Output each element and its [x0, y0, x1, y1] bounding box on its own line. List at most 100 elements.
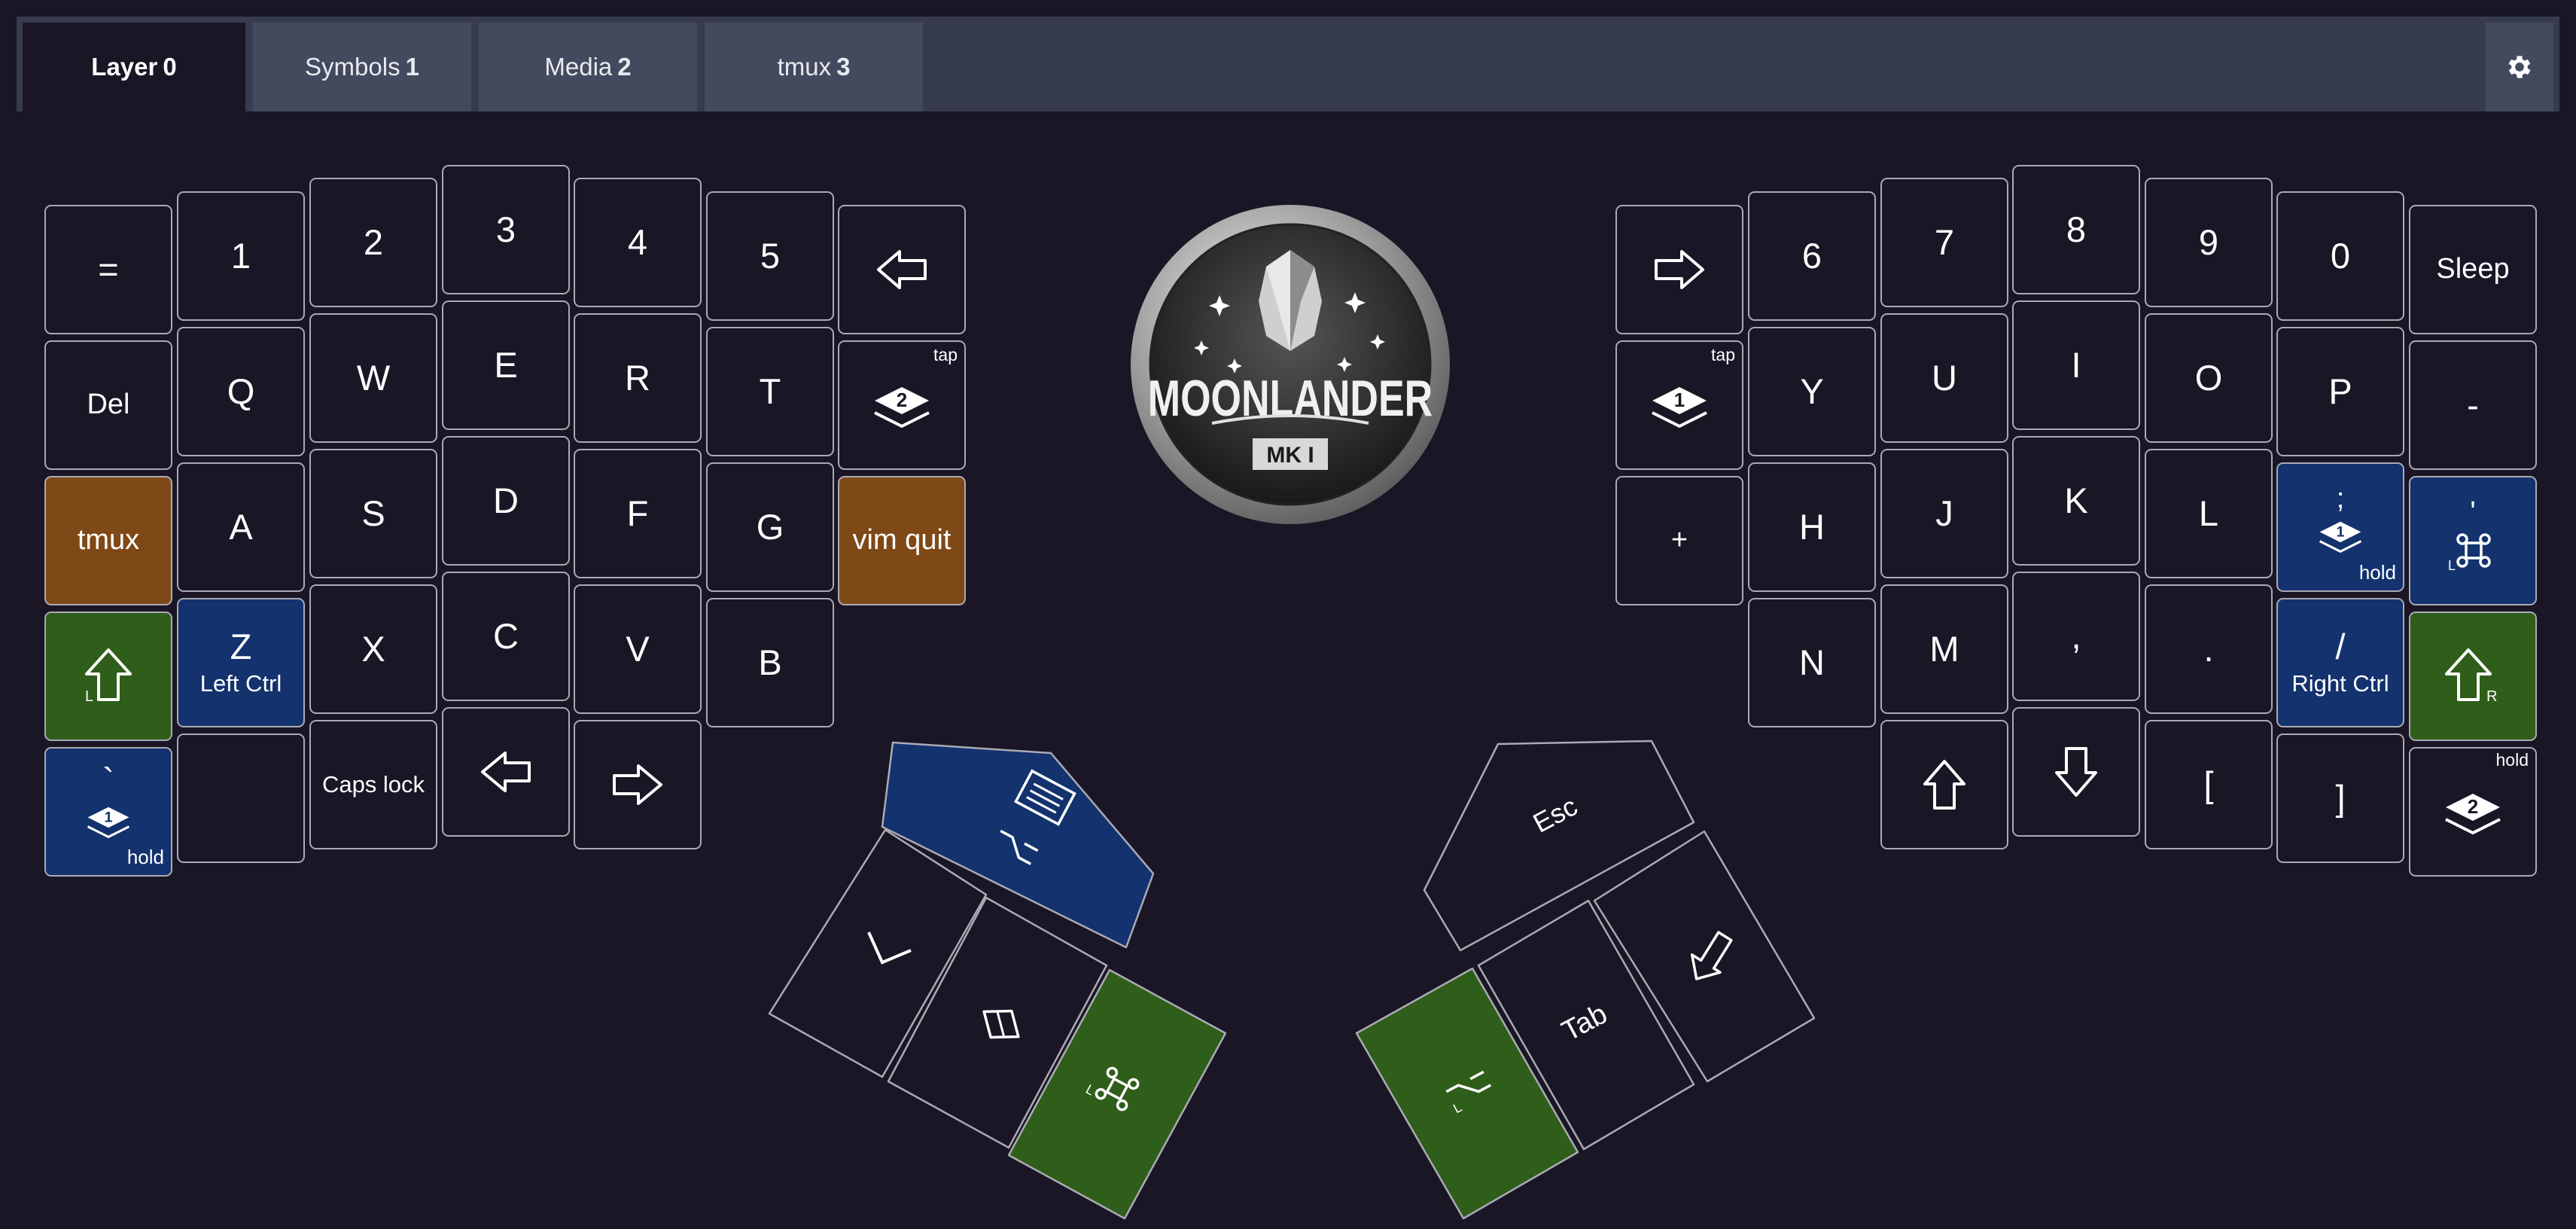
key-s[interactable]: S	[309, 449, 437, 578]
key-semicolon-layer-1-hold[interactable]: ; 1 hold	[2276, 462, 2404, 592]
key-label: /	[2335, 627, 2346, 667]
key-vim-quit[interactable]: vim quit	[838, 476, 966, 605]
key-label: 4	[627, 222, 648, 263]
key-layer-2-hold[interactable]: hold 2	[2409, 747, 2537, 877]
tab-tmux-3[interactable]: tmux 3	[705, 23, 923, 111]
key-label: 1	[230, 236, 251, 276]
key-q[interactable]: Q	[177, 327, 305, 456]
key-right-arrow[interactable]	[574, 720, 702, 849]
logo-wordmark: MOONLANDER	[1148, 369, 1433, 426]
key-slash-right-ctrl[interactable]: / Right Ctrl	[2276, 598, 2404, 727]
hold-badge: hold	[2495, 750, 2529, 770]
key-d[interactable]: D	[442, 436, 570, 566]
key-label: 8	[2066, 209, 2087, 250]
key-left-arrow[interactable]	[442, 707, 570, 837]
tab-layer-0[interactable]: Layer 0	[23, 23, 245, 111]
key-label: Z	[230, 627, 252, 667]
key-delete-forward[interactable]	[1615, 205, 1743, 334]
layer-stack-icon: 1	[1652, 387, 1707, 428]
key-right-bracket[interactable]: ]	[2276, 733, 2404, 863]
key-left-bracket[interactable]: [	[2145, 720, 2273, 849]
key-label: 9	[2198, 222, 2219, 263]
key-tmux[interactable]: tmux	[44, 476, 172, 605]
key-label: [	[2203, 764, 2214, 805]
key-label: Del	[87, 389, 130, 421]
key-x[interactable]: X	[309, 584, 437, 714]
key-m[interactable]: M	[1880, 584, 2008, 714]
key-f[interactable]: F	[574, 449, 702, 578]
key-layer-2-tap[interactable]: tap 2	[838, 340, 966, 470]
layer-stack-icon: 1	[2319, 521, 2362, 553]
key-right-shift[interactable]: R	[2409, 611, 2537, 741]
key-left-shift[interactable]: L	[44, 611, 172, 741]
key-caps-lock[interactable]: Caps lock	[309, 720, 437, 849]
key-del[interactable]: Del	[44, 340, 172, 470]
key-plus[interactable]: +	[1615, 476, 1743, 605]
tab-symbols-1[interactable]: Symbols 1	[253, 23, 471, 111]
key-a[interactable]: A	[177, 462, 305, 592]
key-equals[interactable]: =	[44, 205, 172, 334]
layer-number: 1	[104, 809, 112, 825]
tab-media-2[interactable]: Media 2	[479, 23, 697, 111]
key-label: -	[2467, 385, 2479, 425]
key-label: T	[759, 371, 781, 412]
key-g[interactable]: G	[706, 462, 834, 592]
key-label: L	[2198, 493, 2219, 534]
key-label: `	[102, 761, 114, 801]
key-blank[interactable]	[177, 733, 305, 863]
key-r[interactable]: R	[574, 313, 702, 443]
right-arrow-icon	[613, 764, 662, 805]
down-arrow-icon	[2055, 747, 2097, 797]
key-z-left-ctrl[interactable]: Z Left Ctrl	[177, 598, 305, 727]
key-c[interactable]: C	[442, 572, 570, 701]
layer-number: 2	[2468, 795, 2478, 818]
left-arrow-icon	[481, 752, 531, 792]
key-e[interactable]: E	[442, 300, 570, 430]
left-thumb-cluster: L	[768, 741, 1227, 1220]
key-minus[interactable]: -	[2409, 340, 2537, 470]
key-p[interactable]: P	[2276, 327, 2404, 456]
key-3[interactable]: 3	[442, 165, 570, 294]
key-down-arrow[interactable]	[2012, 707, 2140, 837]
key-v[interactable]: V	[574, 584, 702, 714]
tab-label: tmux	[777, 53, 832, 81]
key-0[interactable]: 0	[2276, 191, 2404, 321]
layer-number: 1	[2336, 523, 2344, 540]
up-arrow-icon	[1923, 760, 1965, 810]
key-7[interactable]: 7	[1880, 178, 2008, 307]
key-label: ,	[2071, 616, 2081, 657]
key-j[interactable]: J	[1880, 449, 2008, 578]
key-comma[interactable]: ,	[2012, 572, 2140, 701]
key-t[interactable]: T	[706, 327, 834, 456]
key-h[interactable]: H	[1748, 462, 1876, 592]
key-up-arrow[interactable]	[1880, 720, 2008, 849]
key-sleep[interactable]: Sleep	[2409, 205, 2537, 334]
key-o[interactable]: O	[2145, 313, 2273, 443]
key-period[interactable]: .	[2145, 584, 2273, 714]
key-8[interactable]: 8	[2012, 165, 2140, 294]
key-backspace[interactable]	[838, 205, 966, 334]
key-6[interactable]: 6	[1748, 191, 1876, 321]
settings-button[interactable]	[2486, 23, 2553, 111]
key-k[interactable]: K	[2012, 436, 2140, 566]
key-9[interactable]: 9	[2145, 178, 2273, 307]
key-u[interactable]: U	[1880, 313, 2008, 443]
key-1[interactable]: 1	[177, 191, 305, 321]
key-b[interactable]: B	[706, 598, 834, 727]
key-i[interactable]: I	[2012, 300, 2140, 430]
key-y[interactable]: Y	[1748, 327, 1876, 456]
key-w[interactable]: W	[309, 313, 437, 443]
key-2[interactable]: 2	[309, 178, 437, 307]
key-5[interactable]: 5	[706, 191, 834, 321]
key-label: D	[493, 480, 519, 521]
key-layer-1-tap[interactable]: tap 1	[1615, 340, 1743, 470]
key-backtick-layer-1-hold[interactable]: ` 1 hold	[44, 747, 172, 877]
key-label: ;	[2336, 483, 2345, 515]
key-quote-cmd[interactable]: ' L	[2409, 476, 2537, 605]
key-l[interactable]: L	[2145, 449, 2273, 578]
key-4[interactable]: 4	[574, 178, 702, 307]
key-n[interactable]: N	[1748, 598, 1876, 727]
logo-model: MK I	[1266, 443, 1314, 468]
key-label: Caps lock	[321, 770, 425, 797]
key-label: H	[1799, 507, 1825, 547]
